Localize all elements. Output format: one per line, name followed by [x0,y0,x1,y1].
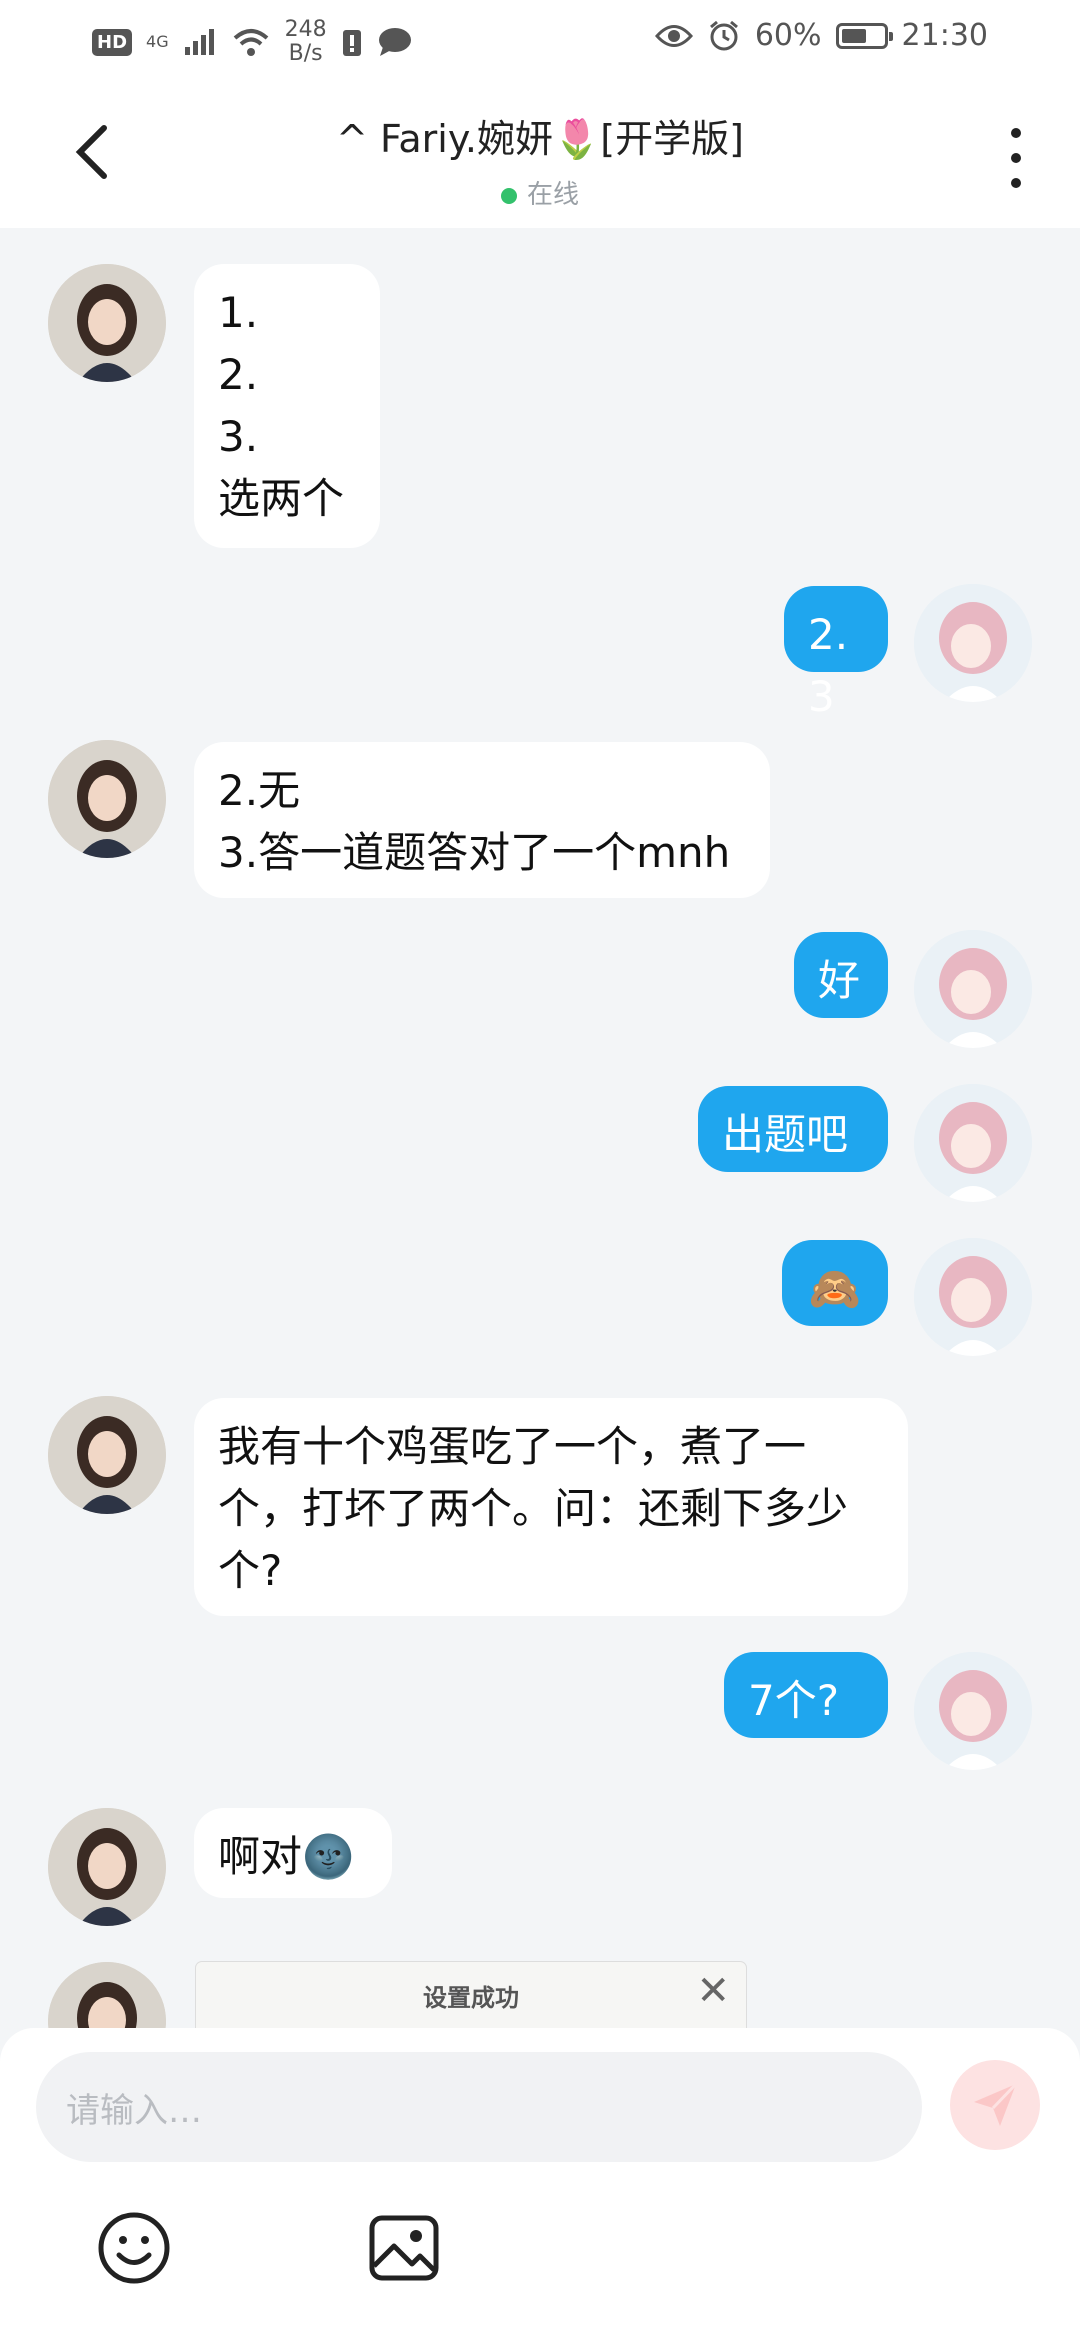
close-icon[interactable]: ✕ [696,1968,730,2014]
message-bubble[interactable]: 我有十个鸡蛋吃了一个，煮了一个，打坏了两个。问：还剩下多少个? [194,1398,908,1616]
chat-header: ^ Fariy.婉妍🌷[开学版] 在线 [0,86,1080,228]
avatar-image [914,584,1032,702]
chat-notification-icon [378,28,411,56]
message-bubble[interactable]: 啊对🌚 [194,1808,392,1898]
avatar-image [914,930,1032,1048]
avatar-image [914,1238,1032,1356]
contact-avatar[interactable] [48,740,166,858]
my-avatar[interactable] [914,1652,1032,1770]
clock: 21:30 [901,18,988,53]
battery-level [841,28,866,43]
contact-name: ^ Fariy.婉妍🌷[开学版] [336,117,744,161]
eye-icon [654,24,693,47]
online-status: 在线 [0,174,1080,211]
emoji-button[interactable] [96,2210,172,2286]
message-bubble[interactable]: 出题吧 [698,1086,888,1172]
more-options-button[interactable] [1006,128,1026,188]
send-button[interactable] [950,2060,1040,2150]
avatar-image [48,1962,166,2028]
message-bubble[interactable]: 2.3 [784,586,888,721]
message-bubble[interactable]: 1. 2. 3. 选两个 [194,264,380,548]
image-icon [369,2215,439,2281]
avatar-image [914,1652,1032,1770]
online-dot [500,187,517,204]
my-avatar[interactable] [914,930,1032,1048]
speed-unit: B/s [288,41,323,66]
input-placeholder: 请输入… [66,2090,202,2131]
message-bubble[interactable]: 🙈 [782,1240,888,1326]
avatar-image [48,264,166,382]
contact-avatar[interactable] [48,1396,166,1514]
battery-percent: 60% [754,18,822,53]
message-input[interactable]: 请输入… [36,2052,922,2162]
image-button[interactable] [366,2210,442,2286]
speed-value: 248 [284,17,327,42]
status-bar: HD 4G 248 B/s 60% 21:30 [0,0,1080,86]
message-bubble[interactable]: 好 [794,932,888,1018]
avatar-image [48,1396,166,1514]
battery-icon [835,22,893,49]
my-avatar[interactable] [914,1238,1032,1356]
smile-icon [98,2212,170,2284]
contact-avatar[interactable] [48,264,166,382]
signal-icon [184,29,214,55]
contact-avatar[interactable] [48,1962,166,2028]
status-right: 60% 21:30 [654,18,988,53]
dot [1011,153,1021,163]
message-composer: 请输入… [0,2028,1080,2340]
message-bubble[interactable]: 7个? [724,1652,888,1738]
network-type: 4G [146,32,169,51]
dot [1011,128,1021,138]
avatar-image [48,1808,166,1926]
alarm-icon [709,20,738,50]
contact-avatar[interactable] [48,1808,166,1926]
send-icon [974,2082,1018,2126]
online-status-text: 在线 [526,180,579,210]
my-avatar[interactable] [914,584,1032,702]
dot [1011,178,1021,188]
message-list[interactable]: 1. 2. 3. 选两个 2.3 2.无 3.答一道题答对了一个mnh 好 出题… [0,228,1080,2028]
alert-icon [342,30,361,56]
hd-badge: HD [92,28,133,56]
status-left: HD 4G 248 B/s [92,18,413,66]
avatar-image [914,1084,1032,1202]
avatar-image [48,740,166,858]
wifi-icon [233,29,268,56]
network-speed: 248 B/s [285,18,327,66]
my-avatar[interactable] [914,1084,1032,1202]
message-bubble[interactable]: 2.无 3.答一道题答对了一个mnh [194,742,770,898]
toast-message: 设置成功 [423,1984,519,2012]
